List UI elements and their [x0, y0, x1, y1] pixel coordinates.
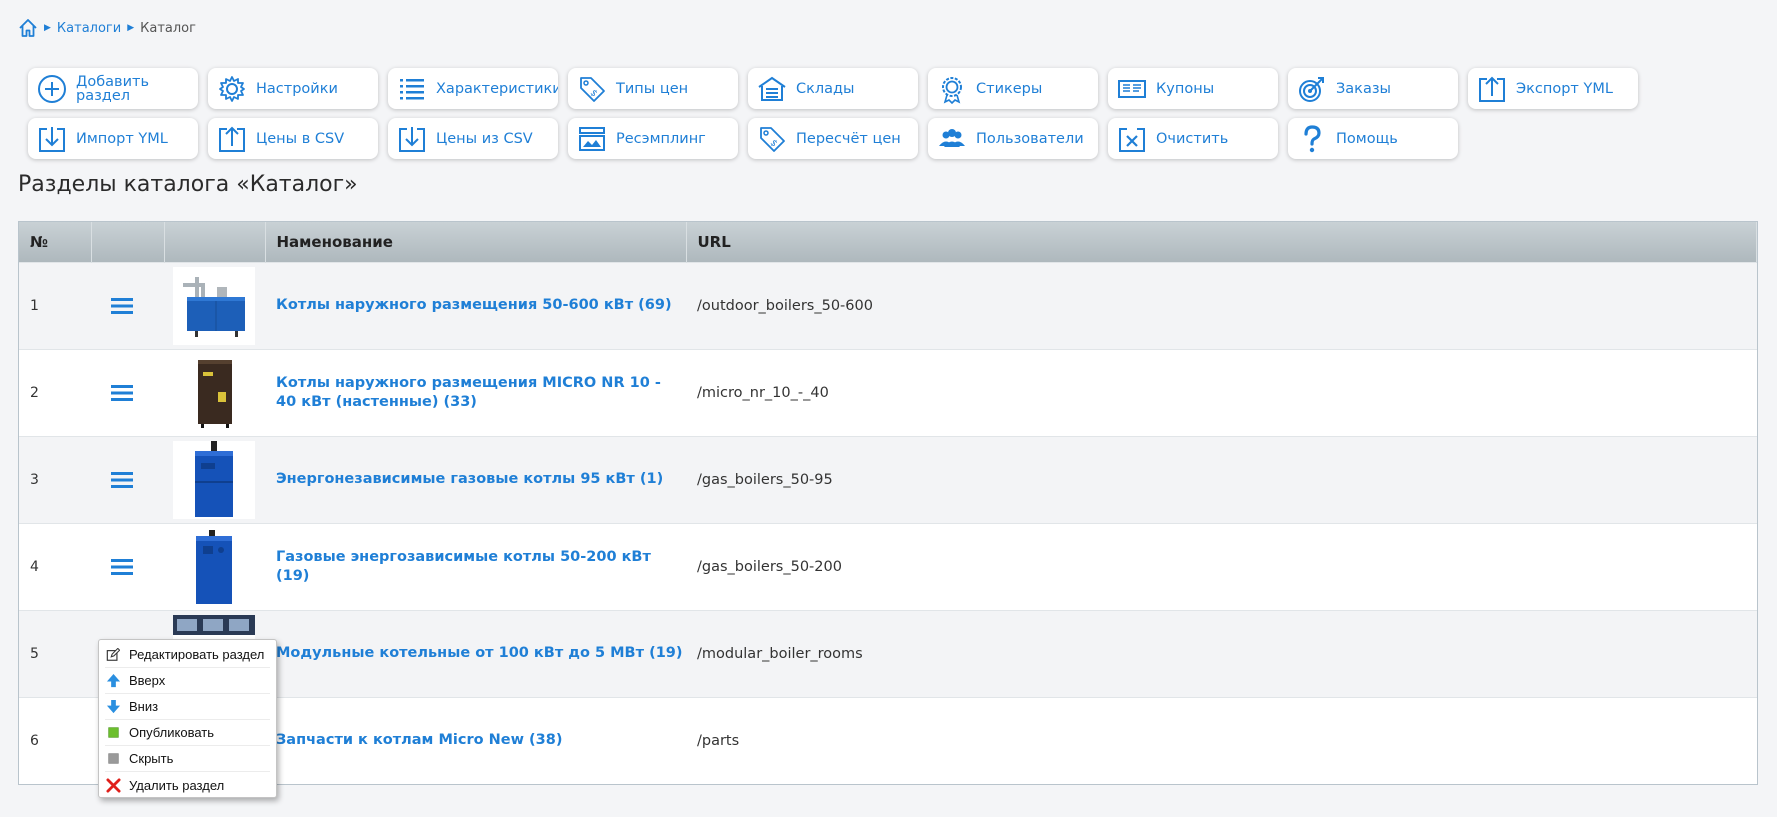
add-section-button[interactable]: Добавить раздел [28, 68, 198, 109]
help-button[interactable]: Помощь [1288, 118, 1458, 159]
row-thumbnail[interactable] [173, 440, 255, 519]
table-row: 1 Котлы наружного размещения 50-600 кВт … [19, 261, 1757, 349]
column-header-actions [91, 222, 165, 262]
breadcrumb-separator-icon: ▶ [127, 23, 135, 33]
section-name-link[interactable]: Котлы наружного размещения 50-600 кВт (6… [276, 296, 686, 315]
row-number: 1 [19, 261, 91, 349]
hamburger-icon [111, 558, 133, 575]
upload-icon [217, 124, 247, 154]
export-icon [1477, 74, 1507, 104]
prices-to-csv-button[interactable]: Цены в CSV [208, 118, 378, 159]
arrow-down-icon [105, 699, 121, 715]
section-url: /modular_boiler_rooms [686, 609, 1757, 697]
export-yml-button[interactable]: Экспорт YML [1468, 68, 1638, 109]
users-button[interactable]: Пользователи [928, 118, 1098, 159]
delete-x-icon [105, 777, 121, 793]
row-number: 6 [19, 696, 91, 784]
coupon-icon [1117, 74, 1147, 104]
home-icon[interactable] [18, 18, 38, 38]
row-thumbnail[interactable] [173, 527, 255, 606]
resampling-button[interactable]: Ресэмплинг [568, 118, 738, 159]
column-header-image [164, 222, 266, 262]
orders-button[interactable]: Заказы [1288, 68, 1458, 109]
row-menu-button[interactable] [91, 261, 164, 349]
help-icon [1297, 124, 1327, 154]
table-row: 5 Модульные котельные от 100 кВт до 5 МВ… [19, 609, 1757, 697]
badge-icon [937, 74, 967, 104]
section-name-link[interactable]: Котлы наружного размещения MICRO NR 10 -… [276, 374, 686, 412]
page-title: Разделы каталога «Каталог» [18, 172, 358, 197]
breadcrumb-current: Каталог [140, 20, 196, 36]
column-header-number[interactable]: № [19, 222, 92, 262]
sections-table: № Наменование URL 1 Котлы наружного разм… [18, 221, 1758, 785]
section-name-link[interactable]: Запчасти к котлам Micro New (38) [276, 731, 686, 750]
download-icon [397, 124, 427, 154]
hamburger-icon [111, 471, 133, 488]
breadcrumb-separator-icon: ▶ [44, 23, 51, 33]
section-url: /gas_boilers_50-200 [686, 522, 1757, 610]
column-header-name[interactable]: Наменование [265, 222, 687, 262]
row-menu-button[interactable] [91, 348, 164, 436]
context-menu-item-publish[interactable]: Опубликовать [105, 720, 270, 746]
context-menu-item-delete[interactable]: Удалить раздел [105, 772, 270, 798]
row-menu-button[interactable] [91, 435, 164, 523]
clear-button[interactable]: Очистить [1108, 118, 1278, 159]
section-name-link[interactable]: Энергонезависимые газовые котлы 95 кВт (… [276, 470, 686, 489]
table-row: 2 Котлы наружного размещения MICRO NR 10… [19, 348, 1757, 436]
list-icon [397, 74, 427, 104]
context-menu-item-up[interactable]: Вверх [105, 668, 270, 694]
table-header-row: № Наменование URL [19, 222, 1757, 262]
price-tag-icon: $ [577, 74, 607, 104]
toolbar: Добавить раздел Настройки Характеристики… [28, 68, 1648, 159]
row-number: 2 [19, 348, 91, 436]
resample-icon [577, 124, 607, 154]
import-icon [37, 124, 67, 154]
warehouses-button[interactable]: Склады [748, 68, 918, 109]
publish-square-icon [105, 725, 121, 741]
row-thumbnail[interactable] [173, 266, 255, 345]
stickers-button[interactable]: Стикеры [928, 68, 1098, 109]
section-url: /micro_nr_10_-_40 [686, 348, 1757, 436]
table-row: 4 Газовые энергозависимые котлы 50-200 к… [19, 522, 1757, 610]
context-menu-item-edit[interactable]: Редактировать раздел [105, 642, 270, 668]
section-name-link[interactable]: Газовые энергозависимые котлы 50-200 кВт… [276, 548, 686, 586]
hide-square-icon [105, 751, 121, 767]
breadcrumb: ▶ Каталоги ▶ Каталог [18, 18, 196, 38]
row-menu-button[interactable] [91, 522, 164, 610]
breadcrumb-link-catalogs[interactable]: Каталоги [57, 21, 121, 36]
coupons-button[interactable]: Купоны [1108, 68, 1278, 109]
table-row: 3 Энергонезависимые газовые котлы 95 кВт… [19, 435, 1757, 523]
characteristics-button[interactable]: Характеристики [388, 68, 558, 109]
target-icon [1297, 74, 1327, 104]
settings-button[interactable]: Настройки [208, 68, 378, 109]
row-number: 3 [19, 435, 91, 523]
hamburger-icon [111, 297, 133, 314]
prices-from-csv-button[interactable]: Цены из CSV [388, 118, 558, 159]
column-header-url[interactable]: URL [686, 222, 1757, 262]
arrow-up-icon [105, 673, 121, 689]
section-name-link[interactable]: Модульные котельные от 100 кВт до 5 МВт … [276, 644, 686, 663]
section-url: /gas_boilers_50-95 [686, 435, 1757, 523]
price-types-button[interactable]: $ Типы цен [568, 68, 738, 109]
context-menu: Редактировать раздел Вверх Вниз Опублико… [98, 639, 277, 798]
row-thumbnail[interactable] [173, 353, 255, 432]
table-row: 6 Запчасти к котлам Micro New (38) /part… [19, 696, 1757, 784]
import-yml-button[interactable]: Импорт YML [28, 118, 198, 159]
section-url: /outdoor_boilers_50-600 [686, 261, 1757, 349]
context-menu-item-hide[interactable]: Скрыть [105, 746, 270, 772]
row-number: 4 [19, 522, 91, 610]
price-recalculation-button[interactable]: $ Пересчёт цен [748, 118, 918, 159]
clear-icon [1117, 124, 1147, 154]
context-menu-item-down[interactable]: Вниз [105, 694, 270, 720]
gear-icon [217, 74, 247, 104]
edit-icon [105, 647, 121, 663]
price-recalc-icon: $ [757, 124, 787, 154]
section-url: /parts [686, 696, 1757, 784]
warehouse-icon [757, 74, 787, 104]
users-icon [937, 124, 967, 154]
row-number: 5 [19, 609, 91, 697]
plus-circle-icon [37, 74, 67, 104]
hamburger-icon [111, 384, 133, 401]
